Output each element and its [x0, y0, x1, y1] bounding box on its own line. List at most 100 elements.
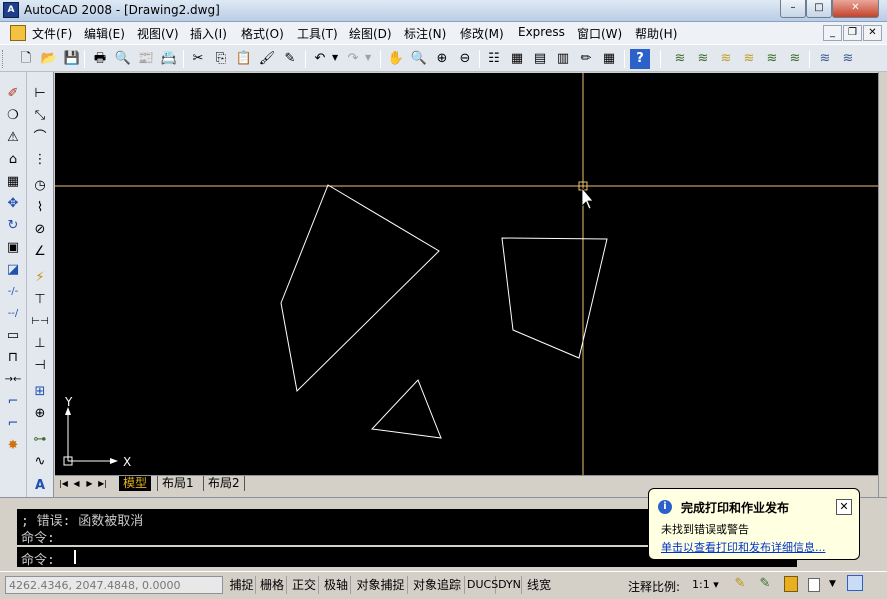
layer-icon-8[interactable]: ≋ — [838, 49, 858, 69]
quick-dim-icon[interactable]: ⚡ — [30, 268, 50, 288]
toolbar-grip[interactable] — [2, 50, 5, 68]
menu-format[interactable]: 格式(O) — [241, 25, 284, 42]
diameter-icon[interactable]: ⊘ — [30, 220, 50, 240]
chamfer-icon[interactable]: ⌐ — [3, 392, 23, 412]
ordinate-icon[interactable]: ⋮ — [30, 150, 50, 170]
ducs-toggle[interactable]: DUCS — [467, 576, 498, 594]
break-dim-icon[interactable]: ⊣ — [30, 356, 50, 376]
linear-dim-icon[interactable]: ⊢ — [30, 84, 50, 104]
layer-icon-1[interactable]: ≋ — [670, 49, 690, 69]
drawing-canvas[interactable]: Y X — [55, 73, 878, 475]
offset-icon[interactable]: ⌂ — [3, 150, 23, 170]
next-tab-button[interactable]: ▶ — [84, 477, 95, 490]
zoom-window-icon[interactable]: ⊕ — [432, 49, 452, 69]
quadrilateral-entity-1[interactable] — [280, 184, 440, 393]
snap-toggle[interactable]: 捕捉 — [228, 576, 256, 594]
mirror-icon[interactable]: ⚠ — [3, 128, 23, 148]
minimize-button[interactable]: – — [780, 0, 806, 18]
polar-toggle[interactable]: 极轴 — [322, 576, 351, 594]
undo-icon[interactable]: ↶ — [310, 49, 330, 69]
mdi-restore-button[interactable]: ❐ — [843, 25, 862, 41]
tolerance-icon[interactable]: ⊞ — [30, 382, 50, 402]
notification-balloon[interactable]: i 完成打印和作业发布 ✕ 未找到错误或警告 单击以查看打印和发布详细信息... — [648, 488, 860, 560]
coordinate-display[interactable]: 4262.4346, 2047.4848, 0.0000 — [5, 576, 223, 594]
quadrilateral-entity-2[interactable] — [501, 237, 608, 359]
lineweight-toggle[interactable]: 线宽 — [525, 576, 553, 594]
print-preview-icon[interactable]: 🔍 — [113, 49, 133, 69]
tool-palettes-icon[interactable]: ▤ — [530, 49, 550, 69]
sheet-set-icon[interactable]: ▥ — [553, 49, 573, 69]
inspect-icon[interactable]: ⊶ — [30, 430, 50, 450]
mdi-minimize-button[interactable]: _ — [823, 25, 842, 41]
mdi-close-button[interactable]: ✕ — [863, 25, 882, 41]
break-at-point-icon[interactable]: ▭ — [3, 326, 23, 346]
publish-icon[interactable]: 📰 — [136, 49, 156, 69]
erase-icon[interactable]: ✐ — [3, 84, 23, 104]
lock-icon[interactable] — [784, 576, 798, 592]
layer-icon-7[interactable]: ≋ — [815, 49, 835, 69]
layer-icon-5[interactable]: ≋ — [762, 49, 782, 69]
properties-icon[interactable]: ☷ — [484, 49, 504, 69]
break-icon[interactable]: ⊓ — [3, 348, 23, 368]
menu-file[interactable]: 文件(F) — [32, 25, 72, 42]
status-menu-icon[interactable]: ▼ — [829, 579, 836, 589]
menu-view[interactable]: 视图(V) — [137, 25, 179, 42]
zoom-previous-icon[interactable]: ⊖ — [455, 49, 475, 69]
first-tab-button[interactable]: |◀ — [58, 477, 69, 490]
communication-center-icon[interactable] — [808, 578, 820, 592]
annotation-visibility-icon[interactable]: ✎ — [732, 576, 748, 594]
otrack-toggle[interactable]: 对象追踪 — [410, 576, 465, 594]
markup-icon[interactable]: ✏ — [576, 49, 596, 69]
print-icon[interactable]: 🖶 — [90, 49, 110, 69]
ortho-toggle[interactable]: 正交 — [290, 576, 319, 594]
aligned-dim-icon[interactable]: ⤡ — [30, 106, 50, 126]
maximize-button[interactable]: □ — [806, 0, 832, 18]
explode-icon[interactable]: ✸ — [3, 436, 23, 456]
arc-length-icon[interactable]: ⌒ — [30, 128, 50, 148]
jogged-linear-icon[interactable]: ∿ — [30, 452, 50, 472]
tab-layout2[interactable]: 布局2 — [203, 476, 245, 491]
extend-icon[interactable]: --/ — [3, 304, 23, 324]
close-icon[interactable]: ✕ — [836, 499, 852, 515]
angular-icon[interactable]: ∠ — [30, 242, 50, 262]
center-mark-icon[interactable]: ⊕ — [30, 404, 50, 424]
array-icon[interactable]: ▦ — [3, 172, 23, 192]
baseline-icon[interactable]: ⊤ — [30, 290, 50, 310]
notification-link[interactable]: 单击以查看打印和发布详细信息... — [661, 539, 826, 555]
menu-draw[interactable]: 绘图(D) — [349, 25, 392, 42]
menu-help[interactable]: 帮助(H) — [635, 25, 677, 42]
paste-icon[interactable]: 📋 — [234, 49, 254, 69]
menu-dimension[interactable]: 标注(N) — [404, 25, 446, 42]
clean-screen-icon[interactable] — [847, 575, 863, 591]
auto-scale-icon[interactable]: ✎ — [757, 576, 773, 594]
open-icon[interactable]: 📂 — [39, 49, 59, 69]
design-center-icon[interactable]: ▦ — [507, 49, 527, 69]
menu-express[interactable]: Express — [518, 25, 565, 39]
layer-icon-2[interactable]: ≋ — [693, 49, 713, 69]
osnap-toggle[interactable]: 对象捕捉 — [354, 576, 408, 594]
calculator-icon[interactable]: ▦ — [599, 49, 619, 69]
menu-tools[interactable]: 工具(T) — [297, 25, 338, 42]
drawing-svg[interactable]: Y X — [55, 73, 878, 475]
help-icon[interactable]: ? — [630, 49, 650, 69]
block-editor-icon[interactable]: ✎ — [280, 49, 300, 69]
layer-icon-4[interactable]: ≋ — [739, 49, 759, 69]
menu-window[interactable]: 窗口(W) — [577, 25, 622, 42]
dyn-toggle[interactable]: DYN — [498, 576, 522, 594]
trim-icon[interactable]: -/- — [3, 282, 23, 302]
layer-icon-3[interactable]: ≋ — [716, 49, 736, 69]
plot-icon[interactable]: 📇 — [159, 49, 179, 69]
text-icon[interactable]: A — [30, 476, 50, 496]
tab-model[interactable]: 模型 — [119, 476, 152, 491]
grid-toggle[interactable]: 栅格 — [258, 576, 287, 594]
new-icon[interactable]: 🗋 — [16, 49, 36, 69]
menu-modify[interactable]: 修改(M) — [460, 25, 504, 42]
copy-icon[interactable]: ⎘ — [211, 49, 231, 69]
stretch-icon[interactable]: ◪ — [3, 260, 23, 280]
cut-icon[interactable]: ✂ — [188, 49, 208, 69]
autocad-app-icon[interactable]: A — [3, 2, 19, 18]
last-tab-button[interactable]: ▶| — [97, 477, 108, 490]
tab-layout1[interactable]: 布局1 — [157, 476, 198, 491]
fillet-icon[interactable]: ⌐ — [3, 414, 23, 434]
save-icon[interactable]: 💾 — [62, 49, 82, 69]
